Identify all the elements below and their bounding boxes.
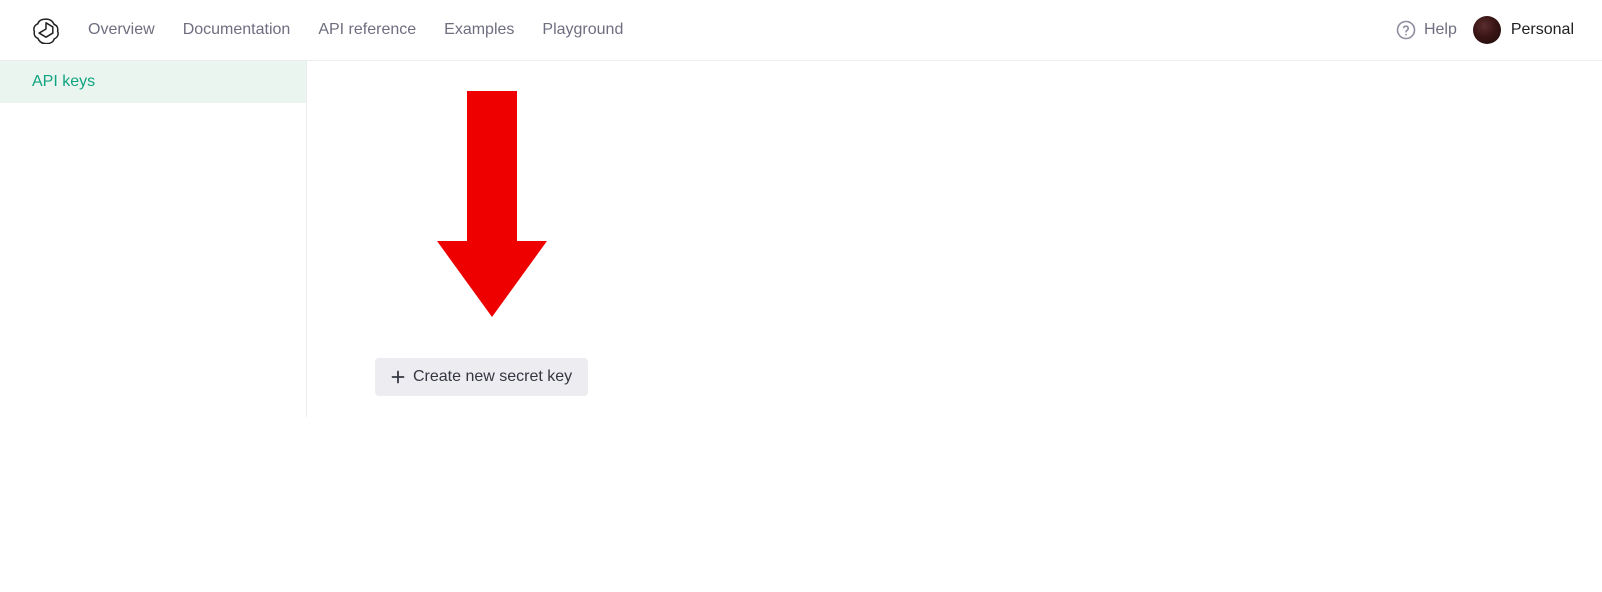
annotation-arrow-icon [437,91,547,317]
help-icon [1396,20,1416,40]
nav-link-documentation[interactable]: Documentation [183,21,291,39]
plus-icon [391,370,405,384]
nav-link-playground[interactable]: Playground [542,21,623,39]
nav-right: Help Personal [1396,16,1574,44]
nav-link-examples[interactable]: Examples [444,21,514,39]
main-content: Create new secret key [307,61,1602,592]
body-area: API keys Create new secret key [0,61,1602,592]
create-secret-key-button[interactable]: Create new secret key [375,358,588,396]
sidebar: API keys [0,61,307,417]
avatar [1473,16,1501,44]
sidebar-item-api-keys[interactable]: API keys [0,61,306,103]
help-button[interactable]: Help [1396,20,1457,40]
account-label: Personal [1511,21,1574,39]
sidebar-item-label: API keys [32,73,95,90]
create-secret-key-label: Create new secret key [413,368,572,386]
openai-logo-icon[interactable] [32,16,60,44]
account-menu[interactable]: Personal [1473,16,1574,44]
top-nav: Overview Documentation API reference Exa… [0,0,1602,61]
nav-link-api-reference[interactable]: API reference [318,21,416,39]
nav-link-overview[interactable]: Overview [88,21,155,39]
help-label: Help [1424,21,1457,39]
nav-links: Overview Documentation API reference Exa… [88,21,1396,39]
